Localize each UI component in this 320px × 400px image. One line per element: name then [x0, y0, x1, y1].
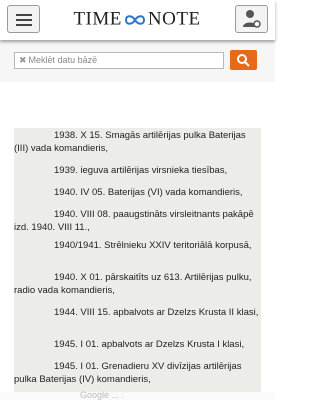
list-item: 1945. I 01. apbalvots ar Dzelzs Krusta I… [14, 338, 261, 351]
biography-content: 1938. X 15. Smagās artilērijas pulka Bat… [14, 128, 261, 398]
user-settings-icon [243, 10, 261, 28]
entry-text: 1940/1941. Strēlnieku XXIV teritoriālā k… [54, 240, 252, 251]
infinity-icon [124, 14, 145, 25]
user-button[interactable] [235, 5, 268, 33]
list-item: 1939. ieguva artilērijas virsnieka tiesī… [14, 164, 261, 177]
hamburger-icon [16, 14, 32, 16]
list-item: 1940. X 01. pārskaitīts uz 613. Artilēri… [14, 271, 261, 297]
search-input[interactable]: ✖ Meklēt datu bāzē [14, 52, 224, 69]
menu-button[interactable] [7, 5, 40, 33]
search-placeholder: Meklēt datu bāzē [28, 55, 98, 65]
entry-text: 1939. ieguva artilērijas virsnieka tiesī… [54, 165, 228, 176]
list-item: 1940. VIII 08. paaugstināts virsleitnant… [14, 208, 261, 234]
clear-icon[interactable]: ✖ [19, 55, 27, 65]
hamburger-icon-line [16, 19, 32, 21]
site-logo[interactable]: TIME NOTE [62, 8, 212, 31]
entry-text: 1940. X 01. pārskaitīts uz 613. Artilēri… [14, 272, 252, 296]
bottom-bar: Google ... . [0, 390, 275, 400]
list-item: 1940/1941. Strēlnieku XXIV teritoriālā k… [14, 239, 261, 252]
entry-text: 1945. I 01. Grenadieru XV divīzijas arti… [14, 361, 242, 385]
search-button[interactable] [230, 50, 257, 70]
entry-text: 1944. VIII 15. apbalvots ar Dzelzs Krust… [54, 307, 259, 318]
logo-note: NOTE [147, 8, 201, 30]
top-bar: TIME NOTE [0, 0, 275, 40]
entry-text: 1945. I 01. apbalvots ar Dzelzs Krusta I… [54, 339, 245, 350]
bottom-text: Google ... . [80, 390, 125, 400]
hamburger-icon-line [16, 24, 32, 26]
entry-text: 1938. X 15. Smagās artilērijas pulka Bat… [14, 130, 246, 154]
list-item: 1938. X 15. Smagās artilērijas pulka Bat… [14, 129, 261, 155]
entry-text: 1940. VIII 08. paaugstināts virsleitnant… [14, 209, 254, 233]
search-icon [237, 54, 250, 67]
entry-text: 1940. IV 05. Baterijas (VI) vada komandi… [54, 187, 243, 198]
logo-time: TIME [73, 8, 122, 30]
list-item: 1945. I 01. Grenadieru XV divīzijas arti… [14, 360, 261, 386]
list-item: 1940. IV 05. Baterijas (VI) vada komandi… [14, 186, 261, 199]
list-item: 1944. VIII 15. apbalvots ar Dzelzs Krust… [14, 306, 261, 319]
